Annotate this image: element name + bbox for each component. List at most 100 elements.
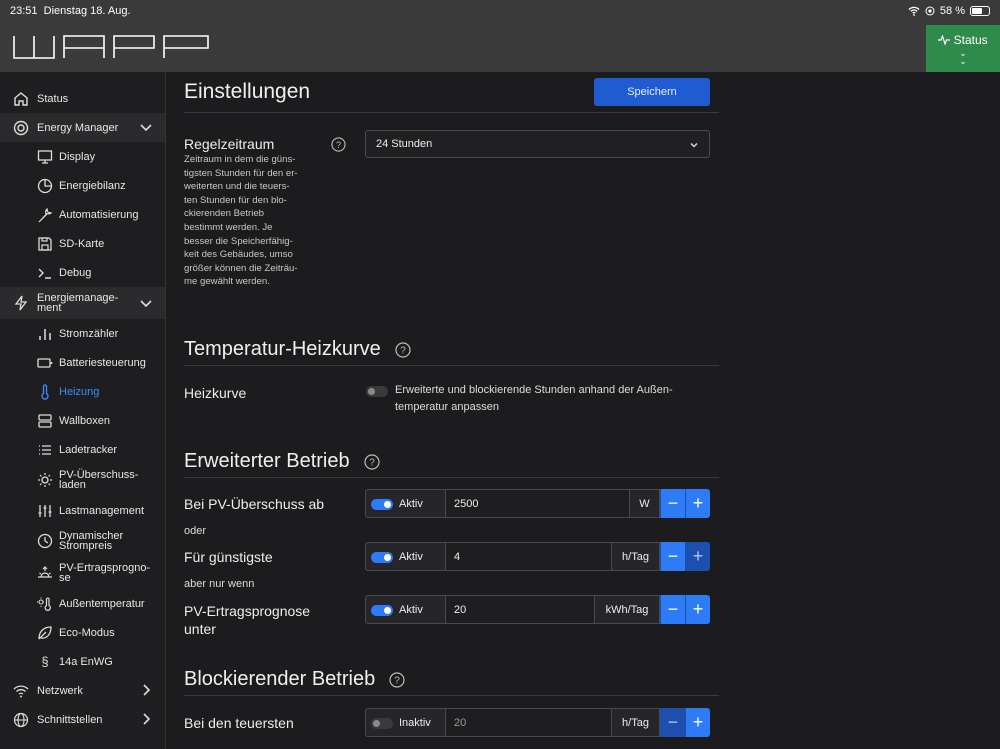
warp-logo [13,35,209,59]
teuersten-input[interactable]: 20 [445,708,612,737]
regelzeitraum-value: 24 Stunden [376,138,433,150]
decrement-button[interactable]: − [660,542,685,571]
section-title-text: Temperatur-Heizkurve [184,338,381,360]
save-icon [36,235,54,253]
sidebar-item-14a-enwg[interactable]: § 14a EnWG [0,647,165,676]
sidebar-item-energy-manager[interactable]: Energy Manager [0,113,165,142]
decrement-button[interactable]: − [660,708,685,737]
toggle-switch[interactable] [371,552,393,563]
section-title-text: Blockierender Betrieb [184,668,376,690]
wifi-status-icon [908,6,920,16]
teuersten-toggle[interactable]: Inaktiv [365,708,445,737]
sidebar-item-netzwerk[interactable]: Netzwerk [0,676,165,705]
home-icon [12,90,30,108]
section-title-blockierend: Blockierender Betrieb ? [184,668,405,691]
sidebar-item-dynamischer-strompreis[interactable]: Dynamischer Strompreis [0,525,165,557]
sidebar-item-label: PV-Ertragsprogno- se [59,562,151,584]
increment-button[interactable]: + [685,489,710,518]
sidebar-item-wallboxen[interactable]: Wallboxen [0,406,165,435]
sidebar-item-label: Netzwerk [37,684,83,697]
help-icon[interactable]: ? [364,453,380,470]
regelzeitraum-label: Regelzeitraum [184,136,275,152]
increment-button[interactable]: + [685,595,710,624]
sidebar-item-status[interactable]: Status [0,84,165,113]
regelzeitraum-select[interactable]: 24 Stunden [365,130,710,158]
sidebar-item-label: Stromzähler [59,327,119,340]
toggle-state: Aktiv [399,551,423,563]
sidebar-item-lastmanagement[interactable]: Lastmanagement [0,496,165,525]
pv-ueberschuss-label: Bei PV-Überschuss ab [184,496,325,512]
decrement-button[interactable]: − [660,489,685,518]
section-title-heizkurve: Temperatur-Heizkurve ? [184,338,411,361]
wifi-icon [12,682,30,700]
app-header: Status ⌄ ⌄ [0,22,1000,72]
sidebar-item-debug[interactable]: Debug [0,258,165,287]
sidebar-item-energiemanagement[interactable]: Energiemanage- ment [0,287,165,319]
sidebar-item-energiebilanz[interactable]: Energiebilanz [0,171,165,200]
toggle-switch[interactable] [371,718,393,729]
sidebar-item-aussentemperatur[interactable]: Außentemperatur [0,589,165,618]
terminal-icon [36,264,54,282]
guenstigste-toggle[interactable]: Aktiv [365,542,445,571]
increment-button[interactable]: + [685,542,710,571]
sidebar-item-label: SD-Karte [59,237,105,250]
help-icon[interactable]: ? [331,137,346,152]
sidebar-item-label: Lastmanagement [59,504,144,517]
increment-button[interactable]: + [685,708,710,737]
guenstigste-input[interactable]: 4 [445,542,612,571]
battery-percent: 58 % [939,5,965,17]
sidebar-item-stromzaehler[interactable]: Stromzähler [0,319,165,348]
pv-ueberschuss-input[interactable]: 2500 [445,489,630,518]
ertragsprognose-toggle[interactable]: Aktiv [365,595,445,624]
sidebar-item-sd-karte[interactable]: SD-Karte [0,229,165,258]
sun-icon [36,471,54,489]
help-icon[interactable]: ? [395,341,411,358]
sidebar-item-eco-modus[interactable]: Eco-Modus [0,618,165,647]
list-icon [36,441,54,459]
toggle-state: Inaktiv [399,717,431,729]
decrement-button[interactable]: − [660,595,685,624]
sidebar-item-pv-ertragsprognose[interactable]: PV-Ertragsprogno- se [0,557,165,589]
toggle-state: Aktiv [399,604,423,616]
pv-ueberschuss-toggle[interactable]: Aktiv [365,489,445,518]
sidebar-item-batteriesteuerung[interactable]: Batteriesteuerung [0,348,165,377]
sidebar-item-display[interactable]: Display [0,142,165,171]
regelzeitraum-description: Zeitraum in dem die güns- tigsten Stunde… [184,154,298,288]
sidebar-item-ladetracker[interactable]: Ladetracker [0,435,165,464]
guenstigste-input-group: Aktiv 4 h/Tag − + [365,542,710,571]
sidebar-item-label: Energiemanage- ment [37,292,119,314]
sidebar-item-schnittstellen[interactable]: Schnittstellen [0,705,165,734]
toggle-state: Aktiv [399,498,423,510]
status-button[interactable]: Status ⌄ ⌄ [926,25,1000,72]
pv-ueberschuss-input-group: Aktiv 2500 W − + [365,489,710,518]
sidebar-item-heizung[interactable]: Heizung [0,377,165,406]
chevron-down-icon [140,124,152,132]
help-icon[interactable]: ? [389,671,405,688]
ertragsprognose-label: PV-Ertragsprognose unter [184,603,311,637]
ertragsprognose-input-group: Aktiv 20 kWh/Tag − + [365,595,710,624]
sunrise-icon [36,564,54,582]
toggle-switch[interactable] [371,605,393,616]
chevron-down-icon [690,143,698,148]
temperature-sun-icon [36,595,54,613]
toggle-switch[interactable] [371,499,393,510]
sidebar-item-pv-ueberschussladen[interactable]: PV-Überschuss- laden [0,464,165,496]
bar-chart-icon [36,325,54,343]
ertragsprognose-input[interactable]: 20 [445,595,595,624]
chevron-right-icon [143,684,151,696]
unit-label: kWh/Tag [595,595,660,624]
heizkurve-toggle[interactable] [366,386,388,397]
price-icon [36,532,54,550]
sidebar-item-label: Außentemperatur [59,597,145,610]
page-title: Einstellungen [184,80,311,103]
save-button[interactable]: Speichern [594,78,710,106]
section-title-erweitert: Erweiterter Betrieb ? [184,450,380,473]
activity-icon [938,33,951,46]
status-label: Status [953,32,988,47]
guenstigste-label: Für günstigste [184,549,273,565]
status-button-label: Status [938,32,988,47]
sidebar-item-label: 14a EnWG [59,655,113,668]
location-icon [925,6,935,16]
sidebar-item-automatisierung[interactable]: Automatisierung [0,200,165,229]
thermometer-icon [36,383,54,401]
